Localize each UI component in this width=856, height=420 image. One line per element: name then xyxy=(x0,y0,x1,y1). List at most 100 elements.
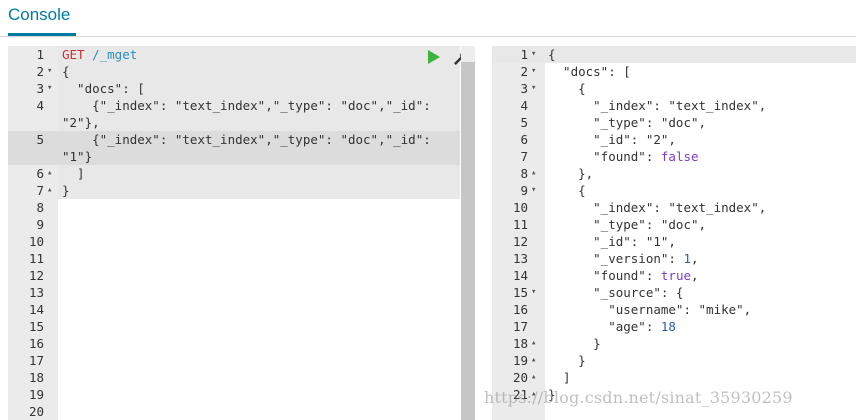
fold-collapse-icon[interactable]: ▾ xyxy=(47,63,57,80)
tab-console[interactable]: Console xyxy=(8,5,70,25)
request-line[interactable]: 8 xyxy=(8,199,460,216)
request-line[interactable]: 19 xyxy=(8,386,460,403)
code-text: ] xyxy=(62,166,85,181)
request-line[interactable]: 1 GET /_mget xyxy=(8,46,460,63)
code-text: "_source": { xyxy=(548,285,684,300)
line-number: 6 xyxy=(36,166,44,181)
response-line[interactable]: 3 ▾ { xyxy=(492,80,856,97)
request-line[interactable]: 7 ▴} xyxy=(8,182,460,199)
response-line[interactable]: 19 ▴ } xyxy=(492,352,856,369)
code-text: {"_index": "text_index","_type": "doc","… xyxy=(62,132,431,147)
code-text: "username": "mike", xyxy=(548,302,752,317)
line-number: 9 xyxy=(520,183,528,198)
line-number: 9 xyxy=(36,217,44,232)
fold-collapse-icon[interactable]: ▾ xyxy=(531,284,541,301)
code-text: "1"} xyxy=(62,149,93,164)
line-number: 11 xyxy=(28,251,44,266)
line-number: 2 xyxy=(520,64,528,79)
code-text: "found": false xyxy=(548,149,699,164)
code-text: "_type": "doc", xyxy=(548,217,707,232)
play-icon[interactable] xyxy=(428,50,440,64)
code-text: }, xyxy=(548,166,594,181)
request-line[interactable]: 12 xyxy=(8,267,460,284)
code-text: ] xyxy=(548,370,571,385)
request-line[interactable]: 15 xyxy=(8,318,460,335)
line-number: 13 xyxy=(28,285,44,300)
line-number: 16 xyxy=(512,302,528,317)
line-number: 12 xyxy=(28,268,44,283)
line-number: 3 xyxy=(520,81,528,96)
fold-expand-icon[interactable]: ▴ xyxy=(47,165,57,182)
fold-expand-icon[interactable]: ▴ xyxy=(531,335,541,352)
request-line[interactable]: 4 {"_index": "text_index","_type": "doc"… xyxy=(8,97,460,114)
watermark: https://blog.csdn.net/sinat_35930259 xyxy=(484,388,793,407)
line-number: 6 xyxy=(520,132,528,147)
code-text: } xyxy=(62,183,70,198)
code-text: "docs": [ xyxy=(62,81,145,96)
response-line[interactable]: 2 ▾ "docs": [ xyxy=(492,63,856,80)
request-line[interactable]: 16 xyxy=(8,335,460,352)
fold-collapse-icon[interactable]: ▾ xyxy=(531,46,541,63)
request-line[interactable]: 5 {"_index": "text_index","_type": "doc"… xyxy=(8,131,460,148)
request-line[interactable]: 13 xyxy=(8,284,460,301)
fold-collapse-icon[interactable]: ▾ xyxy=(531,80,541,97)
line-number: 16 xyxy=(28,336,44,351)
request-line[interactable]: 10 xyxy=(8,233,460,250)
response-line[interactable]: 15 ▾ "_source": { xyxy=(492,284,856,301)
request-line[interactable]: 17 xyxy=(8,352,460,369)
request-line[interactable]: "1"} xyxy=(8,148,460,165)
line-number: 20 xyxy=(28,404,44,419)
response-line[interactable]: 1 ▾ { xyxy=(492,46,856,63)
response-line[interactable]: 12 "_id": "1", xyxy=(492,233,856,250)
line-number: 2 xyxy=(36,64,44,79)
response-line[interactable]: 8 ▴ }, xyxy=(492,165,856,182)
code-text: } xyxy=(548,336,601,351)
fold-collapse-icon[interactable]: ▾ xyxy=(47,80,57,97)
line-number: 17 xyxy=(28,353,44,368)
active-tab-indicator xyxy=(8,33,76,36)
line-number: 4 xyxy=(520,98,528,113)
fold-collapse-icon[interactable]: ▾ xyxy=(531,63,541,80)
response-line[interactable]: 20 ▴ ] xyxy=(492,369,856,386)
request-line[interactable]: 11 xyxy=(8,250,460,267)
response-line[interactable]: 6 "_id": "2", xyxy=(492,131,856,148)
response-line[interactable]: 14 "found": true, xyxy=(492,267,856,284)
line-number: 8 xyxy=(36,200,44,215)
request-line[interactable]: 9 xyxy=(8,216,460,233)
line-number: 15 xyxy=(28,319,44,334)
response-line[interactable]: 4 "_index": "text_index", xyxy=(492,97,856,114)
request-line[interactable]: 18 xyxy=(8,369,460,386)
line-number: 5 xyxy=(36,132,44,147)
pane-scrollbar[interactable] xyxy=(461,62,475,420)
response-line[interactable]: 13 "_version": 1, xyxy=(492,250,856,267)
line-number: 20 xyxy=(512,370,528,385)
request-line[interactable]: 3 ▾ "docs": [ xyxy=(8,80,460,97)
response-line[interactable]: 16 "username": "mike", xyxy=(492,301,856,318)
fold-collapse-icon[interactable]: ▾ xyxy=(531,182,541,199)
request-line[interactable]: 2 ▾ { xyxy=(8,63,460,80)
response-viewer[interactable]: 1 ▾{2 ▾ "docs": [3 ▾ {4 "_index": "text_ind… xyxy=(492,46,856,420)
line-number: 3 xyxy=(36,81,44,96)
fold-expand-icon[interactable]: ▴ xyxy=(531,369,541,386)
fold-expand-icon[interactable]: ▴ xyxy=(47,182,57,199)
code-text: "_id": "2", xyxy=(548,132,676,147)
fold-expand-icon[interactable]: ▴ xyxy=(531,165,541,182)
response-line[interactable]: 11 "_type": "doc", xyxy=(492,216,856,233)
request-line[interactable]: 6 ▴ ] xyxy=(8,165,460,182)
response-line[interactable]: 7 "found": false xyxy=(492,148,856,165)
line-number: 14 xyxy=(28,302,44,317)
fold-expand-icon[interactable]: ▴ xyxy=(531,352,541,369)
line-number: 13 xyxy=(512,251,528,266)
code-text: "_version": 1, xyxy=(548,251,699,266)
response-line[interactable]: 5 "_type": "doc", xyxy=(492,114,856,131)
request-line[interactable]: 20 xyxy=(8,403,460,420)
request-line[interactable]: "2"}, xyxy=(8,114,460,131)
code-text: GET /_mget xyxy=(62,47,138,62)
request-line[interactable]: 14 xyxy=(8,301,460,318)
line-number: 18 xyxy=(512,336,528,351)
response-line[interactable]: 10 "_index": "text_index", xyxy=(492,199,856,216)
response-line[interactable]: 18 ▴ } xyxy=(492,335,856,352)
request-editor[interactable]: 1 GET /_mget 2 ▾{3 ▾ "docs": [4 {"_index": "… xyxy=(8,46,460,420)
response-line[interactable]: 9 ▾ { xyxy=(492,182,856,199)
response-line[interactable]: 17 "age": 18 xyxy=(492,318,856,335)
